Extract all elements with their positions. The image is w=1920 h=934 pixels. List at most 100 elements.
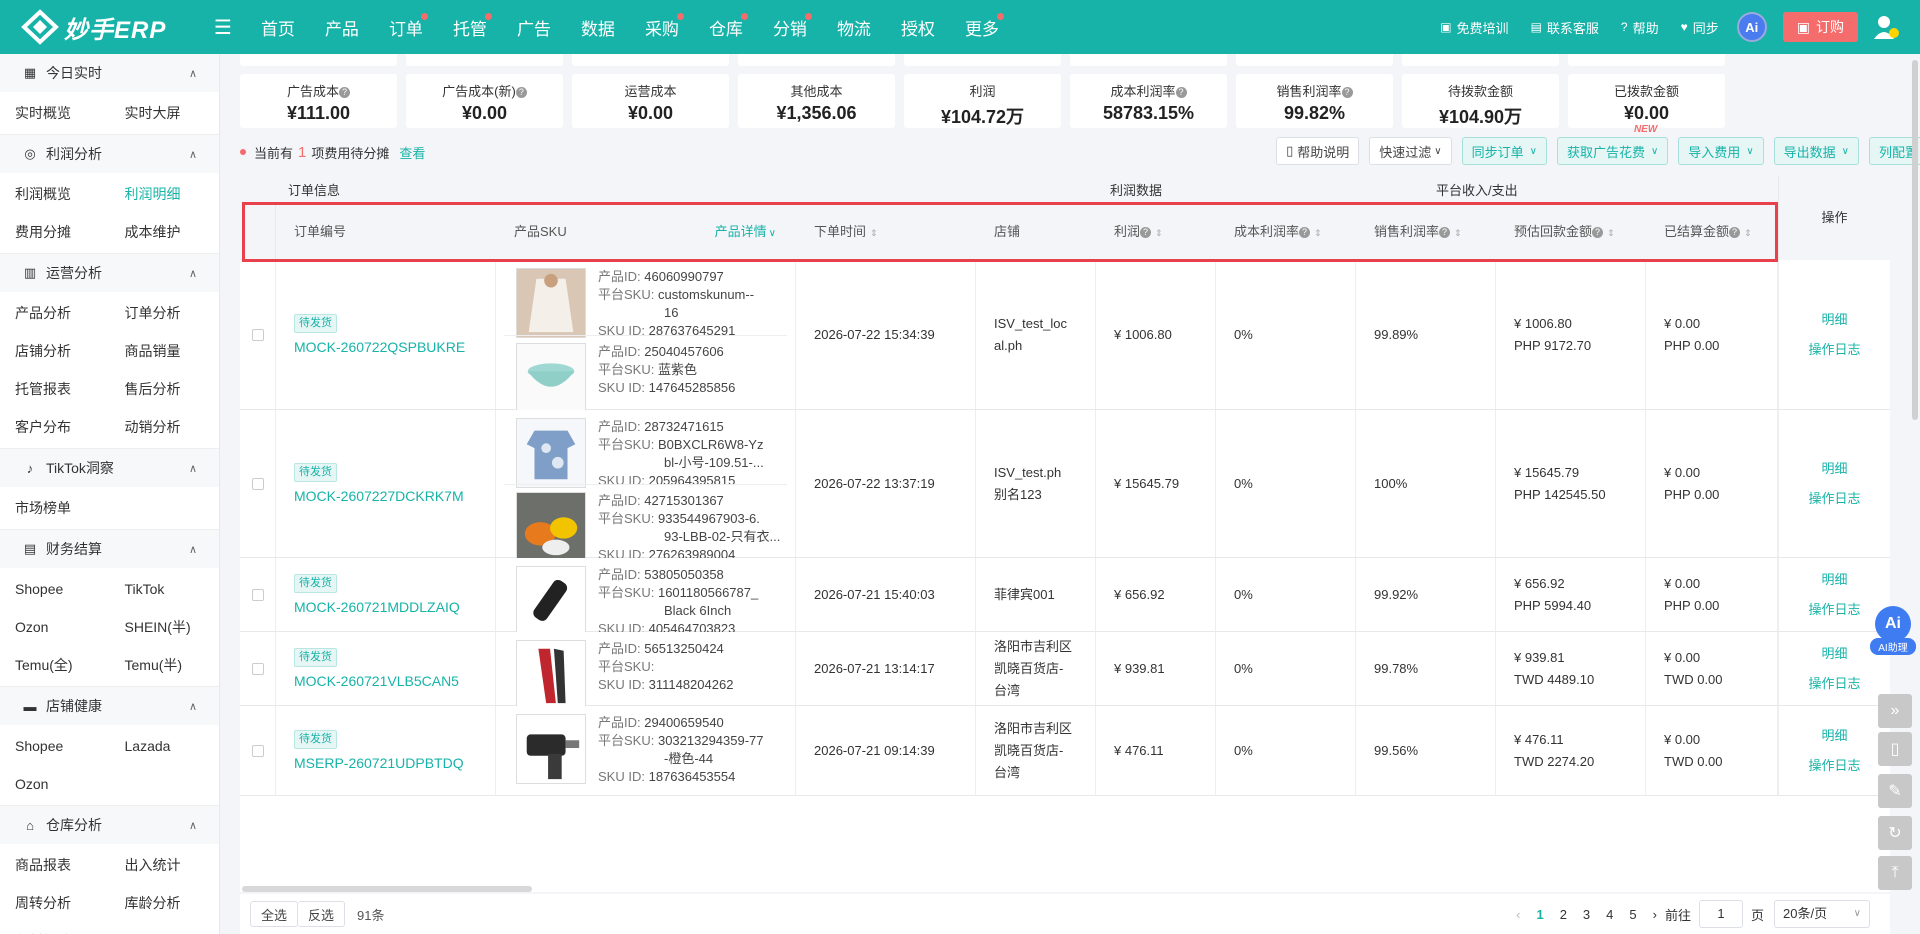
sidebar-item[interactable]: Shopee (0, 570, 110, 608)
detail-link[interactable]: 明细 (1779, 565, 1890, 595)
sync-link[interactable]: ♥ 同步 (1681, 18, 1719, 37)
goto-page-input[interactable]: 1 (1698, 900, 1743, 928)
sidebar-item[interactable]: 实时概览 (0, 94, 110, 132)
order-number-link[interactable]: MSERP-260721UDPBTDQ (294, 755, 464, 771)
sync-orders-button[interactable]: 同步订单 ∨ (1461, 137, 1547, 165)
sort-icon[interactable]: ⇕ (870, 228, 878, 238)
header-order-time[interactable]: 下单时间 ⇕ (796, 204, 976, 260)
sort-icon[interactable]: ⇕ (1155, 228, 1163, 238)
help-link[interactable]: ? 帮助 (1621, 18, 1659, 37)
sidebar-group-header[interactable]: ▥ 运营分析 ∧ (0, 254, 219, 292)
help-doc-button[interactable]: ▯ 帮助说明 (1276, 137, 1360, 165)
next-page-icon[interactable]: › (1653, 907, 1657, 922)
operation-log-link[interactable]: 操作日志 (1779, 751, 1890, 781)
sidebar-item[interactable]: 商品销量 (110, 332, 220, 370)
menu-toggle-icon[interactable]: ☰ (214, 15, 232, 40)
order-number-link[interactable]: MOCK-2607227DCKRK7M (294, 488, 464, 504)
sidebar-group-header[interactable]: ♪ TikTok洞察 ∧ (0, 449, 219, 487)
sidebar-item[interactable]: Lazada (110, 727, 220, 765)
nav-item-1[interactable]: 产品 (310, 15, 374, 40)
contact-service-link[interactable]: ▤ 联系客服 (1531, 18, 1599, 37)
export-data-button[interactable]: 导出数据 ∨ (1773, 137, 1859, 165)
feedback-icon[interactable]: ✎ (1878, 774, 1912, 808)
header-profit[interactable]: 利润? ⇕ (1096, 204, 1216, 260)
app-logo[interactable]: 妙手ERP (20, 9, 190, 45)
nav-item-2[interactable]: 订单 (374, 12, 438, 40)
header-sales-margin[interactable]: 销售利润率? ⇕ (1356, 204, 1496, 260)
sidebar-group-header[interactable]: ◎ 利润分析 ∧ (0, 135, 219, 173)
import-fee-button[interactable]: 导入费用 ∨ (1678, 137, 1764, 165)
sidebar-group-header[interactable]: ▬ 店铺健康 ∧ (0, 687, 219, 725)
sidebar-item[interactable]: 客户分布 (0, 408, 110, 446)
sort-icon[interactable]: ⇕ (1607, 228, 1615, 238)
nav-item-10[interactable]: 授权 (886, 15, 950, 40)
sidebar-item[interactable]: Temu(半) (110, 646, 220, 684)
nav-item-0[interactable]: 首页 (246, 15, 310, 40)
nav-item-5[interactable]: 数据 (566, 15, 630, 40)
invert-selection-button[interactable]: 反选 (298, 901, 346, 927)
nav-item-8[interactable]: 分销 (758, 12, 822, 40)
quick-filter-button[interactable]: 快速过滤 ∨ (1369, 137, 1452, 165)
sidebar-item[interactable]: 订单分析 (110, 294, 220, 332)
sidebar-group-header[interactable]: ▦ 今日实时 ∧ (0, 54, 219, 92)
row-checkbox[interactable] (252, 589, 264, 601)
sidebar-item[interactable]: Shopee (0, 727, 110, 765)
nav-item-11[interactable]: 更多 (950, 12, 1014, 40)
detail-link[interactable]: 明细 (1779, 305, 1890, 335)
sidebar-item[interactable]: 动销分析 (110, 408, 220, 446)
refresh-icon[interactable]: ↻ (1878, 816, 1912, 850)
notice-view-link[interactable]: 查看 (399, 143, 425, 162)
mobile-icon[interactable]: ▯ (1878, 732, 1912, 766)
row-checkbox[interactable] (252, 478, 264, 490)
nav-item-4[interactable]: 广告 (502, 15, 566, 40)
sidebar-item[interactable]: 包材统计 (0, 922, 110, 934)
page-1[interactable]: 1 (1536, 907, 1543, 922)
sidebar-item[interactable]: 店铺分析 (0, 332, 110, 370)
select-all-button[interactable]: 全选 (250, 901, 299, 927)
sidebar-item[interactable]: 出入统计 (110, 846, 220, 884)
prev-page-icon[interactable]: ‹ (1516, 907, 1520, 922)
page-size-select[interactable]: 20条/页 ∨ (1774, 900, 1870, 928)
ai-assistant-float[interactable]: Ai AI助理 (1870, 606, 1916, 656)
page-5[interactable]: 5 (1629, 907, 1636, 922)
sidebar-item[interactable]: 周转分析 (0, 884, 110, 922)
sidebar-item[interactable]: 库龄分析 (110, 884, 220, 922)
sidebar-item[interactable]: 实时大屏 (110, 94, 220, 132)
nav-item-3[interactable]: 托管 (438, 12, 502, 40)
row-checkbox[interactable] (252, 663, 264, 675)
horizontal-scrollbar[interactable] (242, 886, 532, 892)
nav-item-7[interactable]: 仓库 (694, 12, 758, 40)
sidebar-item[interactable]: Ozon (0, 608, 110, 646)
expand-icon[interactable]: » (1878, 694, 1912, 728)
order-number-link[interactable]: MOCK-260721MDDLZAIQ (294, 599, 460, 615)
order-button[interactable]: ▣ 订购 (1782, 12, 1858, 42)
back-to-top-icon[interactable]: ⤒ (1878, 856, 1912, 890)
free-training-link[interactable]: ▣ 免费培训 (1440, 18, 1508, 37)
sidebar-item[interactable]: 产品分析 (0, 294, 110, 332)
sidebar-item[interactable]: 成本维护 (110, 213, 220, 251)
sidebar-item[interactable]: SHEIN(半) (110, 608, 220, 646)
row-checkbox[interactable] (252, 745, 264, 757)
sort-icon[interactable]: ⇕ (1454, 228, 1462, 238)
header-cost-margin[interactable]: 成本利润率? ⇕ (1216, 204, 1356, 260)
sidebar-item[interactable]: 售后分析 (110, 370, 220, 408)
sidebar-item[interactable]: 利润概览 (0, 175, 110, 213)
sort-icon[interactable]: ⇕ (1314, 228, 1322, 238)
sidebar-item[interactable]: 托管报表 (0, 370, 110, 408)
sidebar-item[interactable]: 商品报表 (0, 846, 110, 884)
detail-link[interactable]: 明细 (1779, 454, 1890, 484)
sidebar-item[interactable]: 利润明细 (110, 175, 220, 213)
vertical-scrollbar[interactable] (1912, 60, 1918, 420)
nav-item-9[interactable]: 物流 (822, 15, 886, 40)
detail-link[interactable]: 明细 (1779, 721, 1890, 751)
nav-item-6[interactable]: 采购 (630, 12, 694, 40)
sidebar-item[interactable]: Temu(全) (0, 646, 110, 684)
row-checkbox[interactable] (252, 329, 264, 341)
user-avatar-icon[interactable] (1872, 13, 1900, 41)
operation-log-link[interactable]: 操作日志 (1779, 335, 1890, 365)
sidebar-group-header[interactable]: ▤ 财务结算 ∧ (0, 530, 219, 568)
page-4[interactable]: 4 (1606, 907, 1613, 922)
sidebar-group-header[interactable]: ⌂ 仓库分析 ∧ (0, 806, 219, 844)
order-number-link[interactable]: MOCK-260721VLB5CAN5 (294, 673, 459, 689)
product-detail-toggle[interactable]: 产品详情 ∨ (715, 204, 776, 262)
